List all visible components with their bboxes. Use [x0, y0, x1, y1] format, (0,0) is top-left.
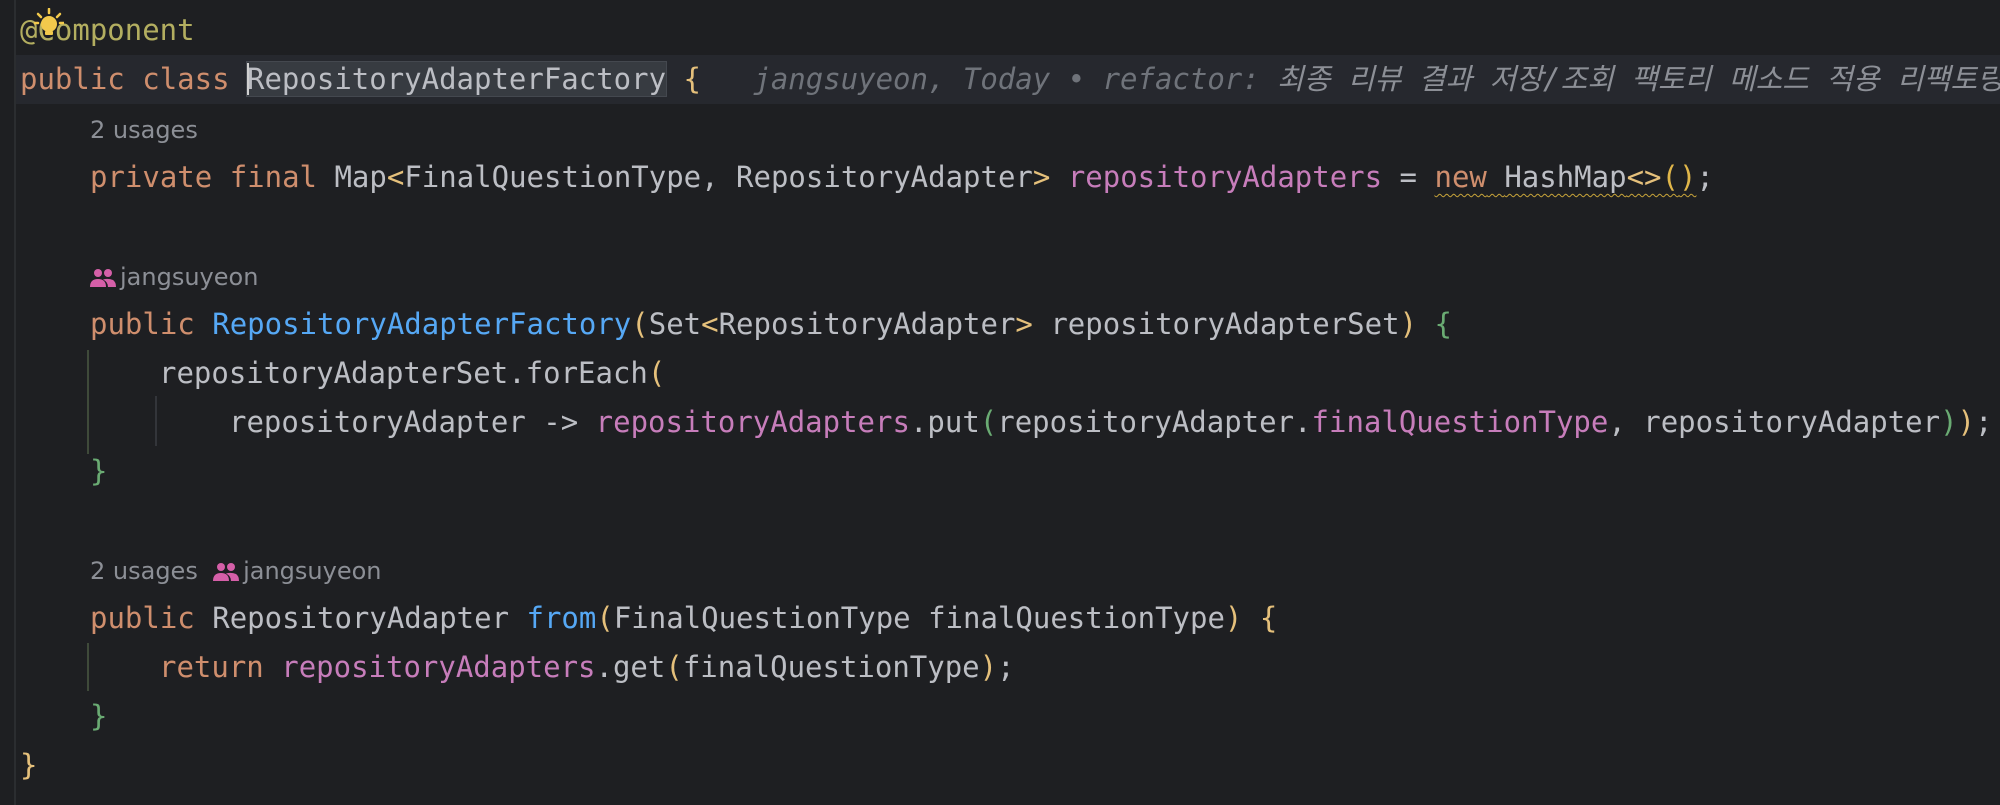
type-arguments: FinalQuestionType, RepositoryAdapter — [404, 160, 1033, 194]
constructor-author-hint[interactable]: jangsuyeon — [90, 259, 258, 295]
lambda-parameter: repositoryAdapter -> — [229, 405, 596, 439]
paren-close: ) — [1957, 405, 1976, 439]
gutter-separator — [14, 0, 16, 805]
indent-guide — [155, 396, 157, 446]
author-name: jangsuyeon — [120, 263, 259, 291]
paren-open: ( — [665, 650, 683, 684]
field-reference: repositoryAdapters — [281, 650, 596, 684]
generic-open: < — [386, 160, 405, 194]
semicolon: ; — [997, 650, 1015, 684]
semicolon: ; — [1975, 405, 1993, 439]
paren-close: ) — [1399, 307, 1417, 341]
semicolon: ; — [1696, 160, 1714, 194]
code-line-field[interactable]: private final Map<FinalQuestionType, Rep… — [90, 153, 1714, 202]
field-name: repositoryAdapters — [1067, 160, 1383, 194]
method-hint[interactable]: 2 usages jangsuyeon — [90, 553, 382, 589]
code-line-method[interactable]: public RepositoryAdapter from(FinalQuest… — [90, 594, 1277, 643]
lightbulb-icon[interactable] — [34, 8, 64, 38]
keyword-return: return — [159, 650, 264, 684]
brace-close: } — [90, 454, 108, 488]
code-line-foreach[interactable]: repositoryAdapterSet.forEach( — [159, 349, 665, 398]
paren-open: ( — [1661, 160, 1679, 194]
keyword-public: public — [20, 62, 125, 96]
paren-open: ( — [647, 356, 666, 390]
git-blame-message: 최종 리뷰 결과 저장/조회 팩토리 메소드 적용 리팩토링 ( — [1259, 62, 2000, 96]
constructor-name: RepositoryAdapterFactory — [212, 307, 632, 341]
paren-open: ( — [979, 405, 998, 439]
assign-operator: = — [1382, 160, 1435, 194]
code-line-constructor-close[interactable]: } — [90, 447, 107, 496]
code-line-class-close[interactable]: } — [20, 741, 37, 790]
paren-open: ( — [596, 601, 614, 635]
code-line-lambda-put[interactable]: repositoryAdapter -> repositoryAdapters.… — [229, 398, 1992, 447]
code-line-class-declaration[interactable]: public class RepositoryAdapterFactory { … — [20, 55, 2000, 104]
indent-guide — [87, 643, 89, 691]
author-name: jangsuyeon — [243, 557, 382, 585]
keyword-new: new — [1434, 160, 1487, 194]
people-icon — [90, 269, 116, 287]
generic-close: > — [1015, 307, 1033, 341]
method-name: from — [526, 601, 597, 635]
field-usages-hint[interactable]: 2 usages — [90, 112, 198, 148]
paren-close: ) — [1940, 405, 1958, 439]
parameter-name: repositoryAdapterSet — [1032, 307, 1400, 341]
class-name[interactable]: RepositoryAdapterFactory — [246, 61, 668, 97]
warning-squiggle[interactable]: new HashMap<>() — [1434, 160, 1696, 194]
type-set: Set — [648, 307, 702, 341]
class-brace-open: { — [683, 62, 701, 96]
argument-object: repositoryAdapter. — [997, 405, 1312, 439]
method-put: .put — [909, 405, 980, 439]
paren-close: ) — [1224, 601, 1243, 635]
code-line-method-close[interactable]: } — [90, 692, 107, 741]
type-map: Map — [334, 160, 387, 194]
keyword-final: final — [229, 160, 317, 194]
keyword-class: class — [142, 62, 230, 96]
type-hashmap: HashMap — [1504, 160, 1627, 194]
brace-close: } — [90, 699, 108, 733]
keyword-private: private — [90, 160, 213, 194]
field-reference: repositoryAdapters — [595, 405, 910, 439]
class-brace-close: } — [20, 748, 38, 782]
return-type: RepositoryAdapter — [212, 601, 510, 635]
git-blame-inline[interactable]: jangsuyeon, Today • refactor: 최종 리뷰 결과 저… — [753, 62, 2000, 96]
method-get: .get — [595, 650, 666, 684]
paren-close: ) — [979, 650, 998, 684]
brace-open: { — [1259, 601, 1278, 635]
code-line-constructor[interactable]: public RepositoryAdapterFactory(Set<Repo… — [90, 300, 1452, 349]
foreach-call: repositoryAdapterSet.forEach — [159, 356, 648, 390]
keyword-public: public — [90, 601, 195, 635]
argument-rest: , repositoryAdapter — [1608, 405, 1941, 439]
diamond-operator: <> — [1626, 160, 1662, 194]
generic-close: > — [1032, 160, 1051, 194]
type-argument: RepositoryAdapter — [718, 307, 1016, 341]
keyword-public: public — [90, 307, 195, 341]
paren-open: ( — [631, 307, 649, 341]
code-line-return[interactable]: return repositoryAdapters.get(finalQuest… — [159, 643, 1015, 692]
method-parameters: FinalQuestionType finalQuestionType — [613, 601, 1225, 635]
argument-field: finalQuestionType — [1311, 405, 1609, 439]
paren-close: ) — [1678, 160, 1697, 194]
brace-open: { — [1434, 307, 1452, 341]
generic-open: < — [701, 307, 719, 341]
people-icon — [213, 563, 240, 581]
get-argument: finalQuestionType — [682, 650, 980, 684]
indent-guide — [87, 350, 89, 454]
method-usages-hint[interactable]: 2 usages — [90, 557, 198, 585]
